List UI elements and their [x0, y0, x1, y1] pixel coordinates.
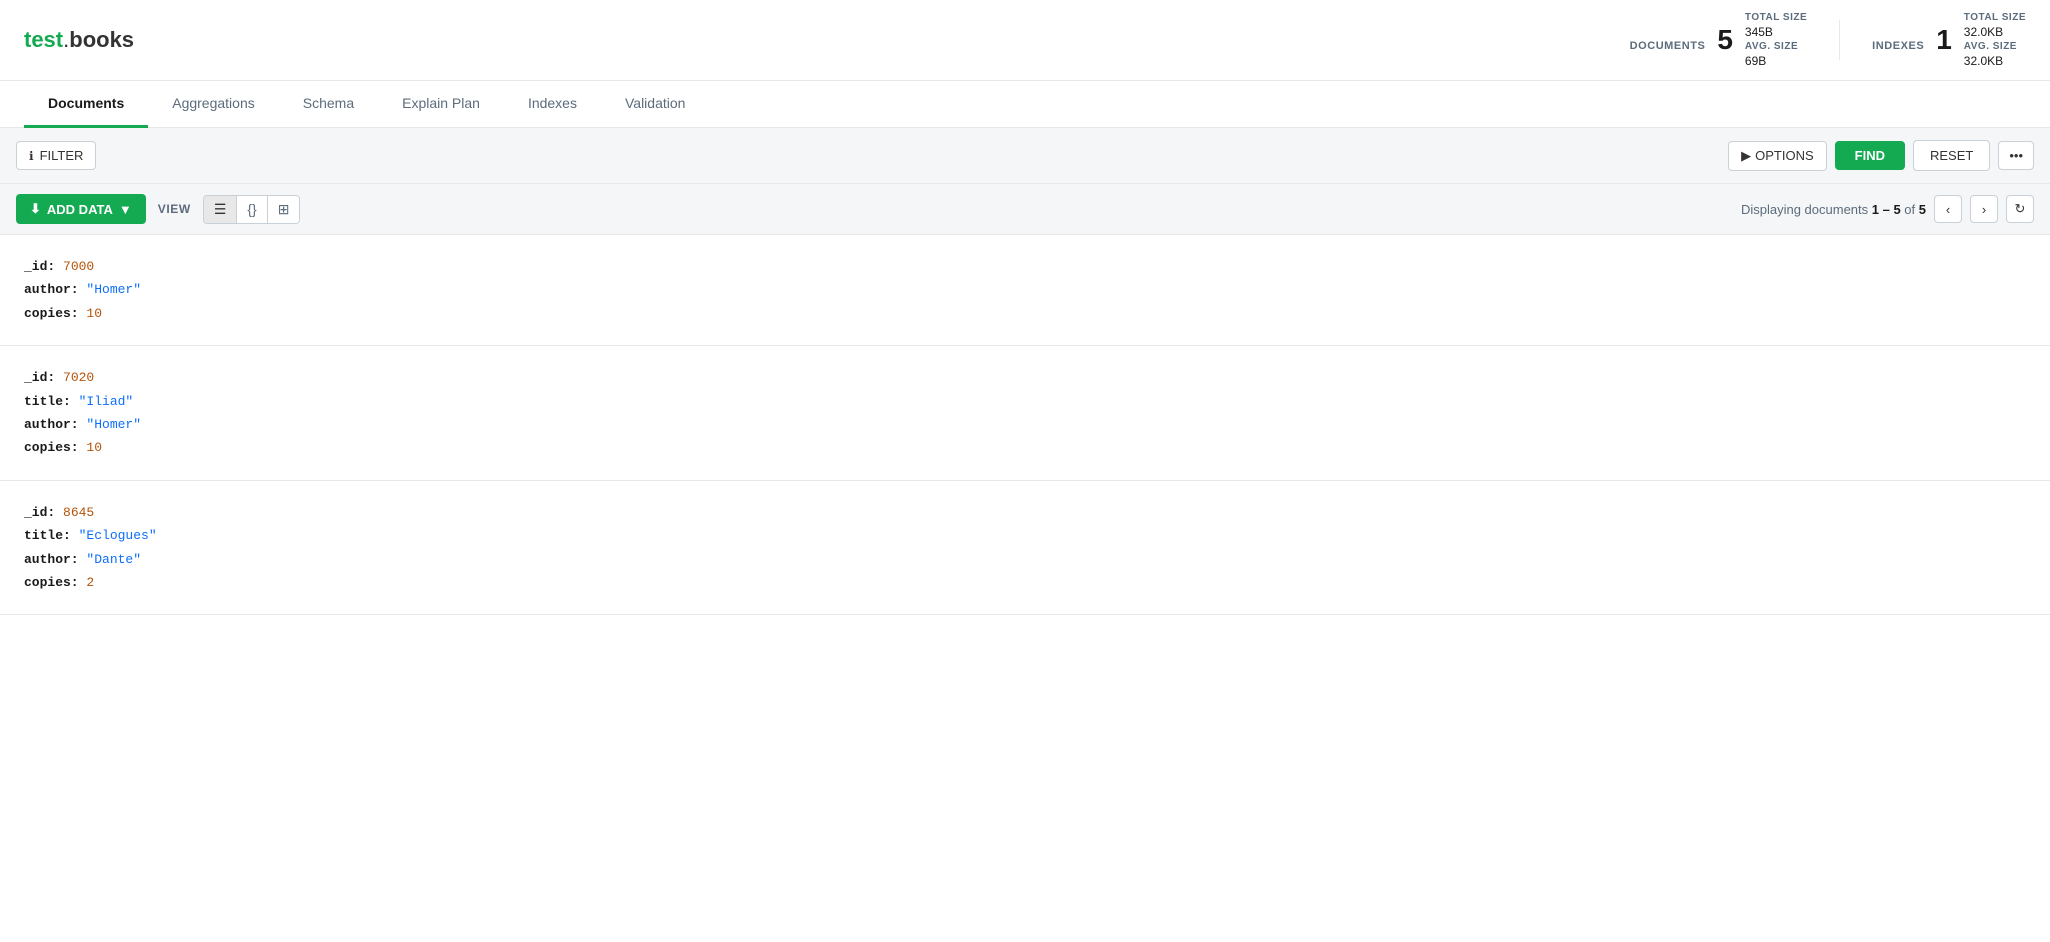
- indexes-size-stats: TOTAL SIZE 32.0KB AVG. SIZE 32.0KB: [1964, 12, 2026, 68]
- header-stats: DOCUMENTS 5 TOTAL SIZE 345B AVG. SIZE 69…: [1630, 12, 2026, 68]
- toolbar-right: Displaying documents 1 – 5 of 5 ‹ › ↻: [1741, 195, 2034, 223]
- logo-suffix: books: [69, 27, 134, 52]
- documents-stat-group: DOCUMENTS 5 TOTAL SIZE 345B AVG. SIZE 69…: [1630, 12, 1808, 68]
- field-key: title:: [24, 528, 79, 543]
- field-key: _id:: [24, 370, 63, 385]
- doc-field: _id: 7000: [24, 255, 2026, 278]
- field-value: "Dante": [86, 552, 141, 567]
- toolbar-left: ⬇ ADD DATA ▼ VIEW ☰ {} ⊞: [16, 194, 300, 224]
- documents-stat-label: DOCUMENTS 5: [1630, 24, 1733, 56]
- filter-input[interactable]: [104, 148, 1720, 163]
- tab-bar: Documents Aggregations Schema Explain Pl…: [0, 81, 2050, 128]
- options-button[interactable]: ▶ OPTIONS: [1728, 141, 1827, 171]
- prev-page-button[interactable]: ‹: [1934, 195, 1962, 223]
- doc-field: copies: 10: [24, 302, 2026, 325]
- tab-schema[interactable]: Schema: [279, 81, 378, 128]
- doc-field: author: "Homer": [24, 278, 2026, 301]
- field-key: title:: [24, 394, 79, 409]
- options-chevron-icon: ▶: [1741, 148, 1751, 164]
- view-table-button[interactable]: ⊞: [268, 196, 300, 223]
- tab-documents[interactable]: Documents: [24, 81, 148, 128]
- field-key: author:: [24, 282, 86, 297]
- next-page-button[interactable]: ›: [1970, 195, 1998, 223]
- document-card: _id: 7020title: "Iliad"author: "Homer"co…: [0, 346, 2050, 481]
- field-value: 7020: [63, 370, 94, 385]
- field-value: 2: [86, 575, 94, 590]
- field-value: 8645: [63, 505, 94, 520]
- field-value: "Homer": [86, 282, 141, 297]
- doc-field: copies: 10: [24, 436, 2026, 459]
- options-label: OPTIONS: [1755, 148, 1814, 163]
- filter-icon: ℹ: [29, 149, 34, 163]
- field-value: "Homer": [86, 417, 141, 432]
- filter-bar: ℹ FILTER ▶ OPTIONS FIND RESET •••: [0, 128, 2050, 184]
- field-key: _id:: [24, 259, 63, 274]
- field-key: copies:: [24, 306, 86, 321]
- tab-aggregations[interactable]: Aggregations: [148, 81, 279, 128]
- document-card: _id: 8645title: "Eclogues"author: "Dante…: [0, 481, 2050, 616]
- doc-field: author: "Dante": [24, 548, 2026, 571]
- doc-field: title: "Eclogues": [24, 524, 2026, 547]
- tab-indexes[interactable]: Indexes: [504, 81, 601, 128]
- tab-explain-plan[interactable]: Explain Plan: [378, 81, 504, 128]
- doc-field: author: "Homer": [24, 413, 2026, 436]
- more-options-button[interactable]: •••: [1998, 141, 2034, 170]
- stat-divider: [1839, 20, 1840, 60]
- view-json-button[interactable]: {}: [237, 196, 267, 223]
- field-value: "Eclogues": [79, 528, 157, 543]
- doc-field: _id: 7020: [24, 366, 2026, 389]
- toolbar: ⬇ ADD DATA ▼ VIEW ☰ {} ⊞ Displaying docu…: [0, 184, 2050, 235]
- indexes-stat-label: INDEXES 1: [1872, 24, 1952, 56]
- add-data-icon: ⬇: [30, 201, 41, 217]
- display-info: Displaying documents 1 – 5 of 5: [1741, 202, 1926, 217]
- view-label: VIEW: [158, 202, 191, 216]
- doc-field: copies: 2: [24, 571, 2026, 594]
- field-key: _id:: [24, 505, 63, 520]
- add-data-button[interactable]: ⬇ ADD DATA ▼: [16, 194, 146, 224]
- indexes-stat-group: INDEXES 1 TOTAL SIZE 32.0KB AVG. SIZE 32…: [1872, 12, 2026, 68]
- documents-area: _id: 7000author: "Homer"copies: 10_id: 7…: [0, 235, 2050, 615]
- add-data-label: ADD DATA: [47, 202, 113, 217]
- header: test.books DOCUMENTS 5 TOTAL SIZE 345B A…: [0, 0, 2050, 81]
- document-card: _id: 7000author: "Homer"copies: 10: [0, 235, 2050, 346]
- add-data-chevron-icon: ▼: [119, 202, 132, 217]
- field-key: author:: [24, 552, 86, 567]
- doc-field: title: "Iliad": [24, 390, 2026, 413]
- find-button[interactable]: FIND: [1835, 141, 1905, 170]
- field-value: 10: [86, 306, 102, 321]
- field-key: author:: [24, 417, 86, 432]
- field-value: "Iliad": [79, 394, 134, 409]
- view-list-button[interactable]: ☰: [204, 196, 238, 223]
- app-title: test.books: [24, 27, 134, 53]
- filter-button[interactable]: ℹ FILTER: [16, 141, 96, 170]
- documents-size-stats: TOTAL SIZE 345B AVG. SIZE 69B: [1745, 12, 1807, 68]
- view-toggle: ☰ {} ⊞: [203, 195, 301, 224]
- field-value: 7000: [63, 259, 94, 274]
- filter-label: FILTER: [40, 148, 84, 163]
- field-value: 10: [86, 440, 102, 455]
- field-key: copies:: [24, 440, 86, 455]
- reset-button[interactable]: RESET: [1913, 140, 1990, 171]
- field-key: copies:: [24, 575, 86, 590]
- tab-validation[interactable]: Validation: [601, 81, 709, 128]
- refresh-button[interactable]: ↻: [2006, 195, 2034, 223]
- logo-prefix: test: [24, 27, 63, 52]
- doc-field: _id: 8645: [24, 501, 2026, 524]
